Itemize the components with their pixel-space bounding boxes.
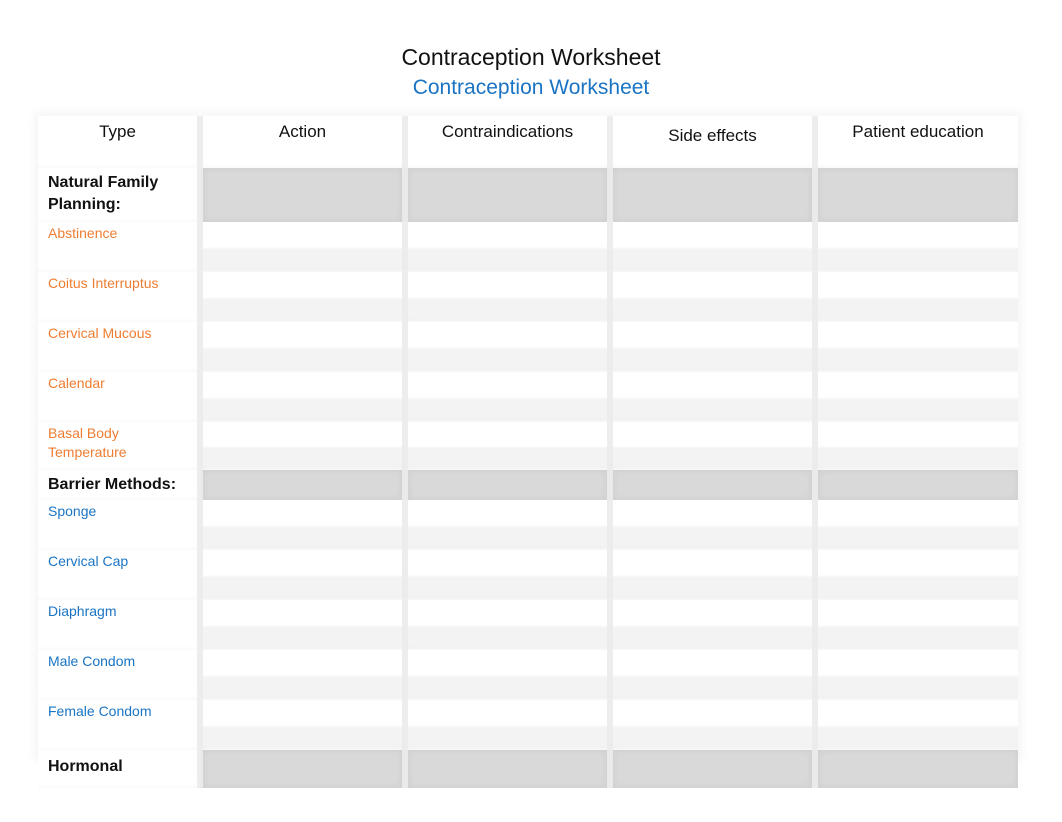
action-cell[interactable]	[197, 422, 405, 470]
method-label: Cervical Mucous	[38, 322, 200, 372]
side-effects-cell[interactable]	[607, 700, 815, 750]
section-band-cell	[812, 470, 1018, 500]
patient-education-cell[interactable]	[812, 422, 1018, 470]
document-title: Contraception Worksheet	[401, 44, 661, 70]
side-effects-cell[interactable]	[607, 272, 815, 322]
header-patient-education: Patient education	[812, 116, 1018, 168]
contraindications-cell[interactable]	[402, 322, 610, 372]
contraindications-cell[interactable]	[402, 422, 610, 470]
patient-education-cell[interactable]	[812, 550, 1018, 600]
action-cell[interactable]	[197, 600, 405, 650]
section-band-cell	[812, 750, 1018, 788]
action-cell[interactable]	[197, 700, 405, 750]
patient-education-cell[interactable]	[812, 222, 1018, 272]
header-patient-education-label: Patient education	[852, 122, 984, 141]
action-cell[interactable]	[197, 650, 405, 700]
contraindications-cell[interactable]	[402, 372, 610, 422]
contraindications-cell[interactable]	[402, 700, 610, 750]
side-effects-cell[interactable]	[607, 372, 815, 422]
method-label: Basal Body Temperature	[38, 422, 200, 470]
table-row: Abstinence	[38, 222, 1018, 272]
contraindications-cell[interactable]	[402, 272, 610, 322]
method-label: Male Condom	[38, 650, 200, 700]
header-action-label: Action	[278, 122, 327, 141]
side-effects-cell[interactable]	[607, 322, 815, 372]
section-band-cell	[812, 168, 1018, 222]
header-type-label: Type	[99, 122, 136, 141]
table-row: Calendar	[38, 372, 1018, 422]
table-row: Diaphragm	[38, 600, 1018, 650]
section-band-cell	[197, 750, 405, 788]
table-row: Cervical Mucous	[38, 322, 1018, 372]
contraindications-cell[interactable]	[402, 650, 610, 700]
section-row-barrier-methods: Barrier Methods:	[38, 470, 1018, 500]
header-contraindications: Contraindications	[402, 116, 610, 168]
method-label: Abstinence	[38, 222, 200, 272]
side-effects-cell[interactable]	[607, 222, 815, 272]
section-band-cell	[607, 168, 815, 222]
contraindications-cell[interactable]	[402, 500, 610, 550]
section-band-cell	[402, 750, 610, 788]
side-effects-cell[interactable]	[607, 422, 815, 470]
header-row: Type Action Contraindications Side effec…	[38, 116, 1018, 168]
patient-education-cell[interactable]	[812, 500, 1018, 550]
section-label: Natural Family Planning:	[38, 168, 200, 222]
method-label: Female Condom	[38, 700, 200, 750]
action-cell[interactable]	[197, 500, 405, 550]
method-label: Coitus Interruptus	[38, 272, 200, 322]
table-row: Sponge	[38, 500, 1018, 550]
table-row: Cervical Cap	[38, 550, 1018, 600]
section-label: Hormonal	[38, 750, 200, 788]
side-effects-cell[interactable]	[607, 500, 815, 550]
document-subtitle: Contraception Worksheet	[412, 76, 650, 99]
patient-education-cell[interactable]	[812, 650, 1018, 700]
patient-education-cell[interactable]	[812, 700, 1018, 750]
section-band-cell	[402, 168, 610, 222]
table-row: Coitus Interruptus	[38, 272, 1018, 322]
action-cell[interactable]	[197, 550, 405, 600]
header-side-effects-label: Side effects	[668, 126, 757, 145]
action-cell[interactable]	[197, 222, 405, 272]
side-effects-cell[interactable]	[607, 650, 815, 700]
contraindications-cell[interactable]	[402, 600, 610, 650]
table-row: Male Condom	[38, 650, 1018, 700]
action-cell[interactable]	[197, 272, 405, 322]
table-row: Female Condom	[38, 700, 1018, 750]
header-type: Type	[38, 116, 200, 168]
patient-education-cell[interactable]	[812, 272, 1018, 322]
contraindications-cell[interactable]	[402, 550, 610, 600]
patient-education-cell[interactable]	[812, 322, 1018, 372]
action-cell[interactable]	[197, 372, 405, 422]
contraindications-cell[interactable]	[402, 222, 610, 272]
header-action: Action	[197, 116, 405, 168]
header-side-effects: Side effects	[607, 116, 815, 168]
method-label: Cervical Cap	[38, 550, 200, 600]
section-band-cell	[607, 470, 815, 500]
action-cell[interactable]	[197, 322, 405, 372]
side-effects-cell[interactable]	[607, 600, 815, 650]
section-label: Barrier Methods:	[38, 470, 200, 500]
worksheet-table-container: Type Action Contraindications Side effec…	[38, 116, 1018, 788]
method-label: Diaphragm	[38, 600, 200, 650]
table-row: Basal Body Temperature	[38, 422, 1018, 470]
patient-education-cell[interactable]	[812, 372, 1018, 422]
section-band-cell	[197, 470, 405, 500]
side-effects-cell[interactable]	[607, 550, 815, 600]
section-row-hormonal: Hormonal	[38, 750, 1018, 788]
method-label: Sponge	[38, 500, 200, 550]
section-row-natural-family-planning: Natural Family Planning:	[38, 168, 1018, 222]
section-band-cell	[197, 168, 405, 222]
section-band-cell	[607, 750, 815, 788]
method-label: Calendar	[38, 372, 200, 422]
section-band-cell	[402, 470, 610, 500]
patient-education-cell[interactable]	[812, 600, 1018, 650]
header-contraindications-label: Contraindications	[441, 122, 574, 141]
worksheet-table: Type Action Contraindications Side effec…	[38, 116, 1018, 788]
